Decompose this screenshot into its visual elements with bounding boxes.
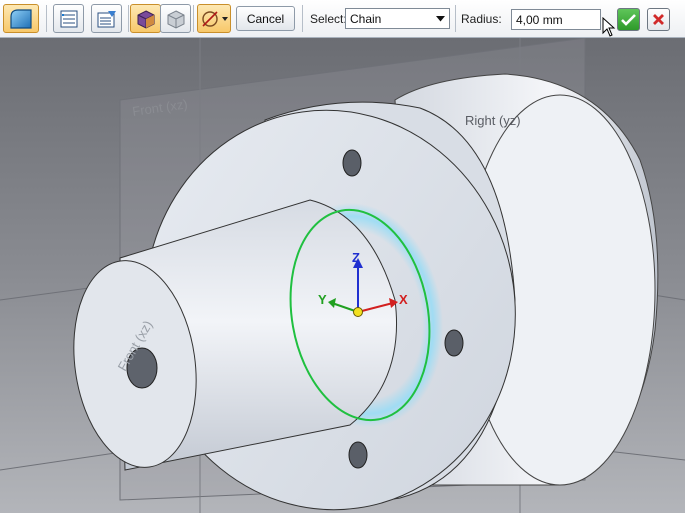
fillet-options-icon: [202, 10, 228, 27]
solid-body-button[interactable]: [130, 4, 161, 33]
step-list-button[interactable]: [53, 4, 84, 33]
reject-button[interactable]: [647, 8, 670, 31]
close-icon: [653, 14, 664, 25]
select-dropdown[interactable]: Chain: [345, 8, 450, 29]
round-feature-button[interactable]: [3, 4, 39, 33]
chevron-down-icon: [222, 16, 228, 21]
axis-z-label: Z: [352, 250, 360, 265]
app-window: Cancel Select: Chain Radius: 4,00 mm Fro…: [0, 0, 685, 513]
select-value: Chain: [350, 11, 382, 26]
toolbar-separator: [455, 5, 456, 32]
chevron-down-icon: [432, 9, 449, 28]
radius-input[interactable]: [511, 9, 601, 30]
step-list-icon: [60, 10, 77, 27]
right-plane-label: Right (yz): [465, 113, 521, 128]
surface-body-button[interactable]: [160, 4, 191, 33]
round-feature-icon: [10, 8, 32, 29]
checkmark-icon: [621, 14, 636, 26]
select-label: Select:: [310, 12, 347, 26]
toolbar-separator: [46, 5, 47, 32]
axis-y-label: Y: [318, 292, 327, 307]
properties-button[interactable]: [91, 4, 122, 33]
surface-body-icon: [167, 9, 184, 29]
cancel-button[interactable]: Cancel: [236, 6, 295, 31]
command-bar: Cancel Select: Chain Radius:: [0, 0, 685, 38]
fillet-options-dropdown[interactable]: [197, 4, 231, 33]
solid-body-icon: [137, 9, 154, 29]
axis-x-label: X: [399, 292, 408, 307]
3d-viewport[interactable]: Front (xz) Right (yz) Front (xz) Z X Y: [0, 38, 685, 513]
properties-icon: [97, 10, 116, 27]
accept-button[interactable]: [617, 8, 640, 31]
bolt-hole: [342, 149, 362, 177]
mouse-cursor-icon: [602, 17, 616, 37]
bolt-hole: [444, 329, 464, 357]
bolt-hole: [348, 441, 368, 469]
toolbar-separator: [128, 5, 129, 32]
toolbar-separator: [193, 5, 194, 32]
toolbar-separator: [302, 5, 303, 32]
radius-label: Radius:: [461, 12, 502, 26]
